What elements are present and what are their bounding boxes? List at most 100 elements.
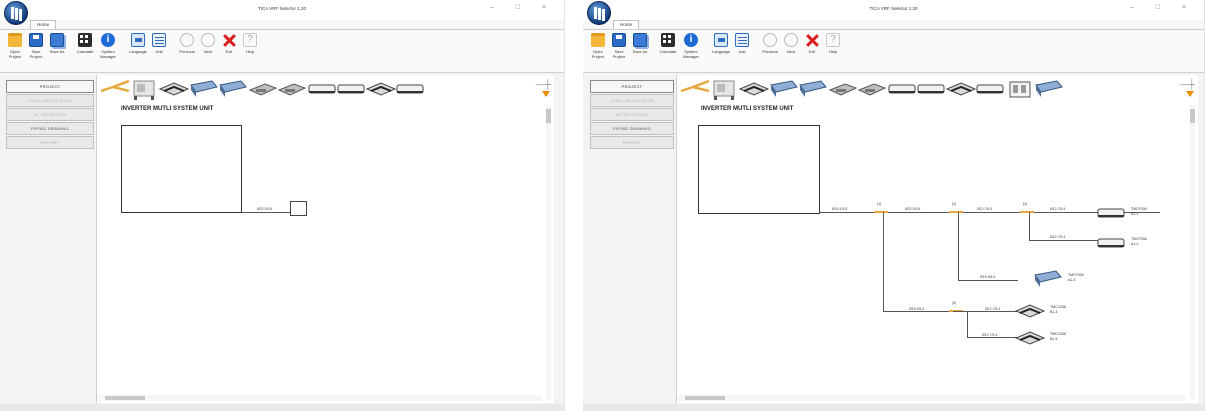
outdoor-unit-box[interactable]: [698, 125, 820, 214]
nav-project[interactable]: PROJECT: [6, 80, 94, 93]
pipe-tool-icon[interactable]: —┼: [536, 79, 551, 89]
vertical-scrollbar[interactable]: [546, 105, 551, 400]
language-button[interactable]: Language: [712, 33, 730, 67]
wall-unit-icon[interactable]: [915, 77, 947, 101]
language-button[interactable]: Language: [129, 33, 147, 67]
drawing-canvas[interactable]: —┼ INVERTER MUTLI SYSTEM UNIT Ø22.0/9.5: [96, 75, 554, 403]
branch-joint[interactable]: [874, 210, 888, 214]
indoor-unit-5[interactable]: [1014, 326, 1046, 350]
ribbon-button-label: Save Project: [29, 49, 43, 59]
unit-id-label: A1-3: [1068, 278, 1076, 282]
nav-load-calculation[interactable]: LOAD CALCULATION: [6, 94, 94, 107]
outdoor-unit-icon[interactable]: [709, 77, 741, 101]
next-icon: [784, 33, 798, 47]
open-project-button[interactable]: Open Project: [6, 33, 24, 67]
indoor-unit-placeholder[interactable]: [290, 201, 307, 216]
scrollbar-thumb[interactable]: [685, 396, 725, 400]
window-controls[interactable]: – □ ×: [490, 4, 556, 11]
next-button[interactable]: Next: [782, 33, 800, 67]
save-as-button[interactable]: Save As: [631, 33, 649, 67]
duct-unit-icon[interactable]: [217, 77, 249, 101]
ribbon-separator: [69, 33, 73, 72]
pipe-tool-icon[interactable]: —┼: [1180, 79, 1195, 89]
next-button[interactable]: Next: [199, 33, 217, 67]
pipe-line: [1029, 240, 1099, 241]
help-button[interactable]: Help: [241, 33, 259, 67]
save-project-button[interactable]: Save Project: [610, 33, 628, 67]
previous-button[interactable]: Previous: [178, 33, 196, 67]
window-controls[interactable]: – □ ×: [1130, 4, 1196, 11]
wall-unit-icon[interactable]: [306, 77, 338, 101]
unit-button[interactable]: Unit: [733, 33, 751, 67]
branch-joint[interactable]: [949, 210, 963, 214]
duct-unit-icon[interactable]: [188, 77, 220, 101]
refnet-joint-icon[interactable]: [679, 77, 711, 101]
indoor-unit-3[interactable]: [1032, 267, 1064, 291]
ribbon-button-label: Next: [203, 49, 213, 54]
system-manager-button[interactable]: System Manager: [97, 33, 119, 67]
drawing-canvas[interactable]: —┼ INVERTER MUTLI SYSTEM UNIT Ø19.1/9.5 (1)…: [676, 75, 1198, 403]
horizontal-scrollbar[interactable]: [97, 395, 542, 401]
nav-load-calculation[interactable]: LOAD CALCULATION: [590, 94, 674, 107]
pipe-size-label: Ø12.7/6.4: [982, 333, 998, 337]
nav-ac-selection[interactable]: AC SELECTION: [590, 108, 674, 121]
nav-project[interactable]: PROJECT: [590, 80, 674, 93]
calculate-button[interactable]: Calculate: [76, 33, 94, 67]
outdoor-unit-icon[interactable]: [129, 77, 161, 101]
ceiling-unit-icon[interactable]: [247, 77, 279, 101]
scrollbar-thumb[interactable]: [546, 109, 551, 123]
wall-unit-icon[interactable]: [335, 77, 367, 101]
open-project-button[interactable]: Open Project: [589, 33, 607, 67]
horizontal-scrollbar[interactable]: [677, 395, 1186, 401]
duct-unit-icon[interactable]: [1033, 77, 1065, 101]
help-icon: [826, 33, 840, 47]
nav-report[interactable]: REPORT: [6, 136, 94, 149]
unit-id-label: B1-4: [1050, 310, 1058, 314]
cassette-unit-icon[interactable]: [365, 77, 397, 101]
left-navigation: PROJECT LOAD CALCULATION AC SELECTION PIPIN…: [590, 80, 674, 150]
pipe-line: [242, 212, 290, 213]
exit-button[interactable]: Exit: [220, 33, 238, 67]
outdoor-unit-box[interactable]: [121, 125, 242, 213]
duct-unit-icon[interactable]: [768, 77, 800, 101]
wall-unit-icon[interactable]: [886, 77, 918, 101]
unit-button[interactable]: Unit: [150, 33, 168, 67]
ceiling-unit-icon[interactable]: [827, 77, 859, 101]
refnet-joint-icon[interactable]: [99, 77, 131, 101]
duct-unit-icon[interactable]: [797, 77, 829, 101]
nav-ac-selection[interactable]: AC SELECTION: [6, 108, 94, 121]
indoor-unit-1[interactable]: [1095, 201, 1127, 225]
branch-joint[interactable]: [1020, 210, 1034, 214]
indoor-unit-4[interactable]: [1014, 299, 1046, 323]
ribbon-button-label: Language: [712, 49, 730, 54]
unit-icon: [152, 33, 166, 47]
app-logo: [587, 1, 611, 25]
help-button[interactable]: Help: [824, 33, 842, 67]
nav-report[interactable]: REPORT: [590, 136, 674, 149]
ceiling-unit-icon[interactable]: [856, 77, 888, 101]
console-unit-icon[interactable]: [1004, 77, 1036, 101]
cassette-unit-icon[interactable]: [158, 77, 190, 101]
ceiling-unit-icon[interactable]: [276, 77, 308, 101]
wall-unit-icon[interactable]: [394, 77, 426, 101]
save-project-button[interactable]: Save Project: [27, 33, 45, 67]
exit-button[interactable]: Exit: [803, 33, 821, 67]
cassette-unit-icon[interactable]: [945, 77, 977, 101]
dropdown-arrow-icon[interactable]: [1186, 91, 1194, 97]
previous-button[interactable]: Previous: [761, 33, 779, 67]
dropdown-arrow-icon[interactable]: [542, 91, 550, 97]
nav-piping-drawing[interactable]: PIPING DRAWING: [590, 122, 674, 135]
calculate-button[interactable]: Calculate: [659, 33, 677, 67]
status-bar: [0, 404, 564, 411]
system-manager-button[interactable]: System Manager: [680, 33, 702, 67]
save-as-button[interactable]: Save As: [48, 33, 66, 67]
scrollbar-thumb[interactable]: [1190, 109, 1195, 123]
wall-unit-icon[interactable]: [974, 77, 1006, 101]
tab-home[interactable]: Home: [613, 20, 639, 29]
tab-home[interactable]: Home: [30, 20, 56, 29]
nav-piping-drawing[interactable]: PIPING DRAWING: [6, 122, 94, 135]
indoor-unit-2[interactable]: [1095, 231, 1127, 255]
cassette-unit-icon[interactable]: [738, 77, 770, 101]
vertical-scrollbar[interactable]: [1190, 105, 1195, 400]
scrollbar-thumb[interactable]: [105, 396, 145, 400]
